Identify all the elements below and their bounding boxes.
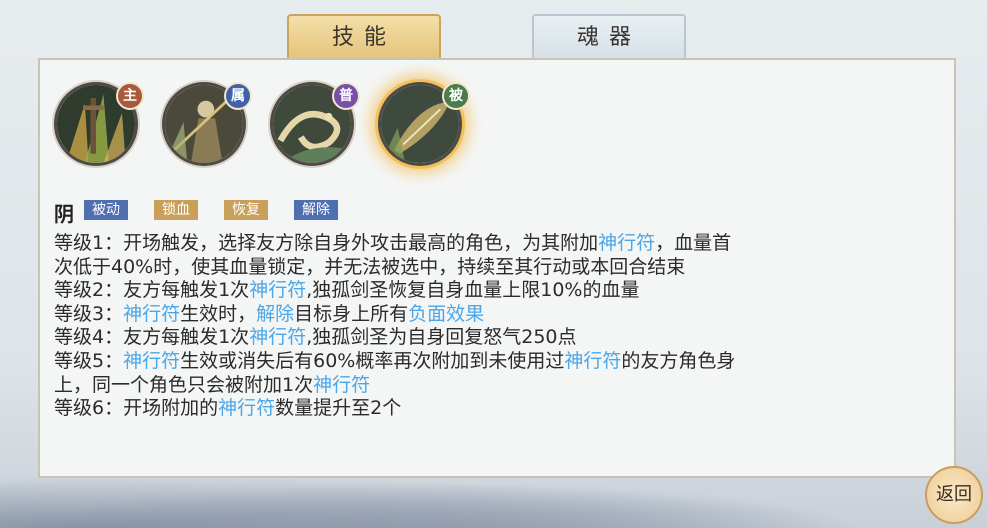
tab-skills[interactable]: 技能	[287, 14, 441, 58]
description-text: 等级3：	[54, 302, 124, 325]
keyword-link[interactable]: 神行符	[123, 350, 180, 372]
skill-badge-passive: 被	[442, 82, 470, 110]
description-line: 上，同一个角色只会被附加1次神行符	[54, 374, 934, 398]
description-line: 等级3：神行符生效时，解除目标身上所有负面效果	[54, 303, 934, 327]
skill-tag: 锁血	[154, 200, 198, 220]
keyword-link[interactable]: 神行符	[564, 350, 621, 372]
description-text: 等级2：友方每触发1次	[54, 279, 250, 302]
description-line: 等级2：友方每触发1次神行符,独孤剑圣恢复自身血量上限10%的血量	[54, 279, 934, 303]
back-button[interactable]: 返回	[925, 466, 983, 524]
description-text: 生效时，	[180, 302, 257, 325]
description-text: 上，同一个角色只会被附加1次	[54, 373, 314, 396]
description-text: ,独孤剑圣恢复自身血量上限10%的血量	[306, 279, 640, 302]
description-text: 次低于40%时，使其血量锁定，并无法被选中，持续至其行动或本回合结束	[54, 255, 686, 278]
description-text: 的友方角色身	[621, 349, 736, 372]
description-text: ,独孤剑圣为自身回复怒气250点	[306, 326, 577, 349]
keyword-link[interactable]: 神行符	[218, 397, 275, 419]
tab-bar: 技能 魂器	[0, 14, 987, 58]
skill-badge-normal: 普	[332, 82, 360, 110]
description-line: 等级4：友方每触发1次神行符,独孤剑圣为自身回复怒气250点	[54, 326, 934, 350]
skill-tag: 恢复	[224, 200, 268, 220]
keyword-link[interactable]: 神行符	[313, 374, 370, 396]
description-text: 数量提升至2个	[275, 397, 402, 420]
description-text: 等级1：开场触发，选择友方除自身外攻击最高的角色，为其附加	[54, 232, 599, 254]
skill-badge-main: 主	[116, 82, 144, 110]
skill-badge-attribute: 属	[224, 82, 252, 110]
tab-soul-artifact[interactable]: 魂器	[532, 14, 686, 58]
description-text: 等级5：	[54, 349, 124, 372]
skill-description: 等级1：开场触发，选择友方除自身外攻击最高的角色，为其附加神行符，血量首 次低于4…	[54, 232, 934, 421]
keyword-link[interactable]: 神行符	[123, 303, 180, 325]
skill-panel: 主 属 普 被 阴 被动 锁血 恢复 解除 等级1：开场触发，选择友方除自身外攻…	[38, 58, 956, 478]
description-text: 目标身上所有	[294, 302, 409, 325]
keyword-link[interactable]: 负面效果	[408, 303, 484, 325]
skill-tag: 被动	[84, 200, 128, 220]
keyword-link[interactable]: 解除	[256, 303, 294, 325]
description-line: 次低于40%时，使其血量锁定，并无法被选中，持续至其行动或本回合结束	[54, 256, 934, 280]
description-line: 等级6：开场附加的神行符数量提升至2个	[54, 397, 934, 421]
description-text: 生效或消失后有60%概率再次附加到未使用过	[180, 349, 565, 372]
skill-name: 阴	[54, 202, 74, 226]
description-text: 等级6：开场附加的	[54, 397, 219, 420]
skill-tag: 解除	[294, 200, 338, 220]
description-line: 等级5：神行符生效或消失后有60%概率再次附加到未使用过神行符的友方角色身	[54, 350, 934, 374]
description-line: 等级1：开场触发，选择友方除自身外攻击最高的角色，为其附加神行符，血量首	[54, 232, 934, 256]
description-text: 等级4：友方每触发1次	[54, 326, 250, 349]
keyword-link[interactable]: 神行符	[249, 326, 306, 348]
keyword-link[interactable]: 神行符	[598, 232, 655, 254]
description-text: ，血量首	[655, 232, 732, 254]
keyword-link[interactable]: 神行符	[249, 279, 306, 301]
